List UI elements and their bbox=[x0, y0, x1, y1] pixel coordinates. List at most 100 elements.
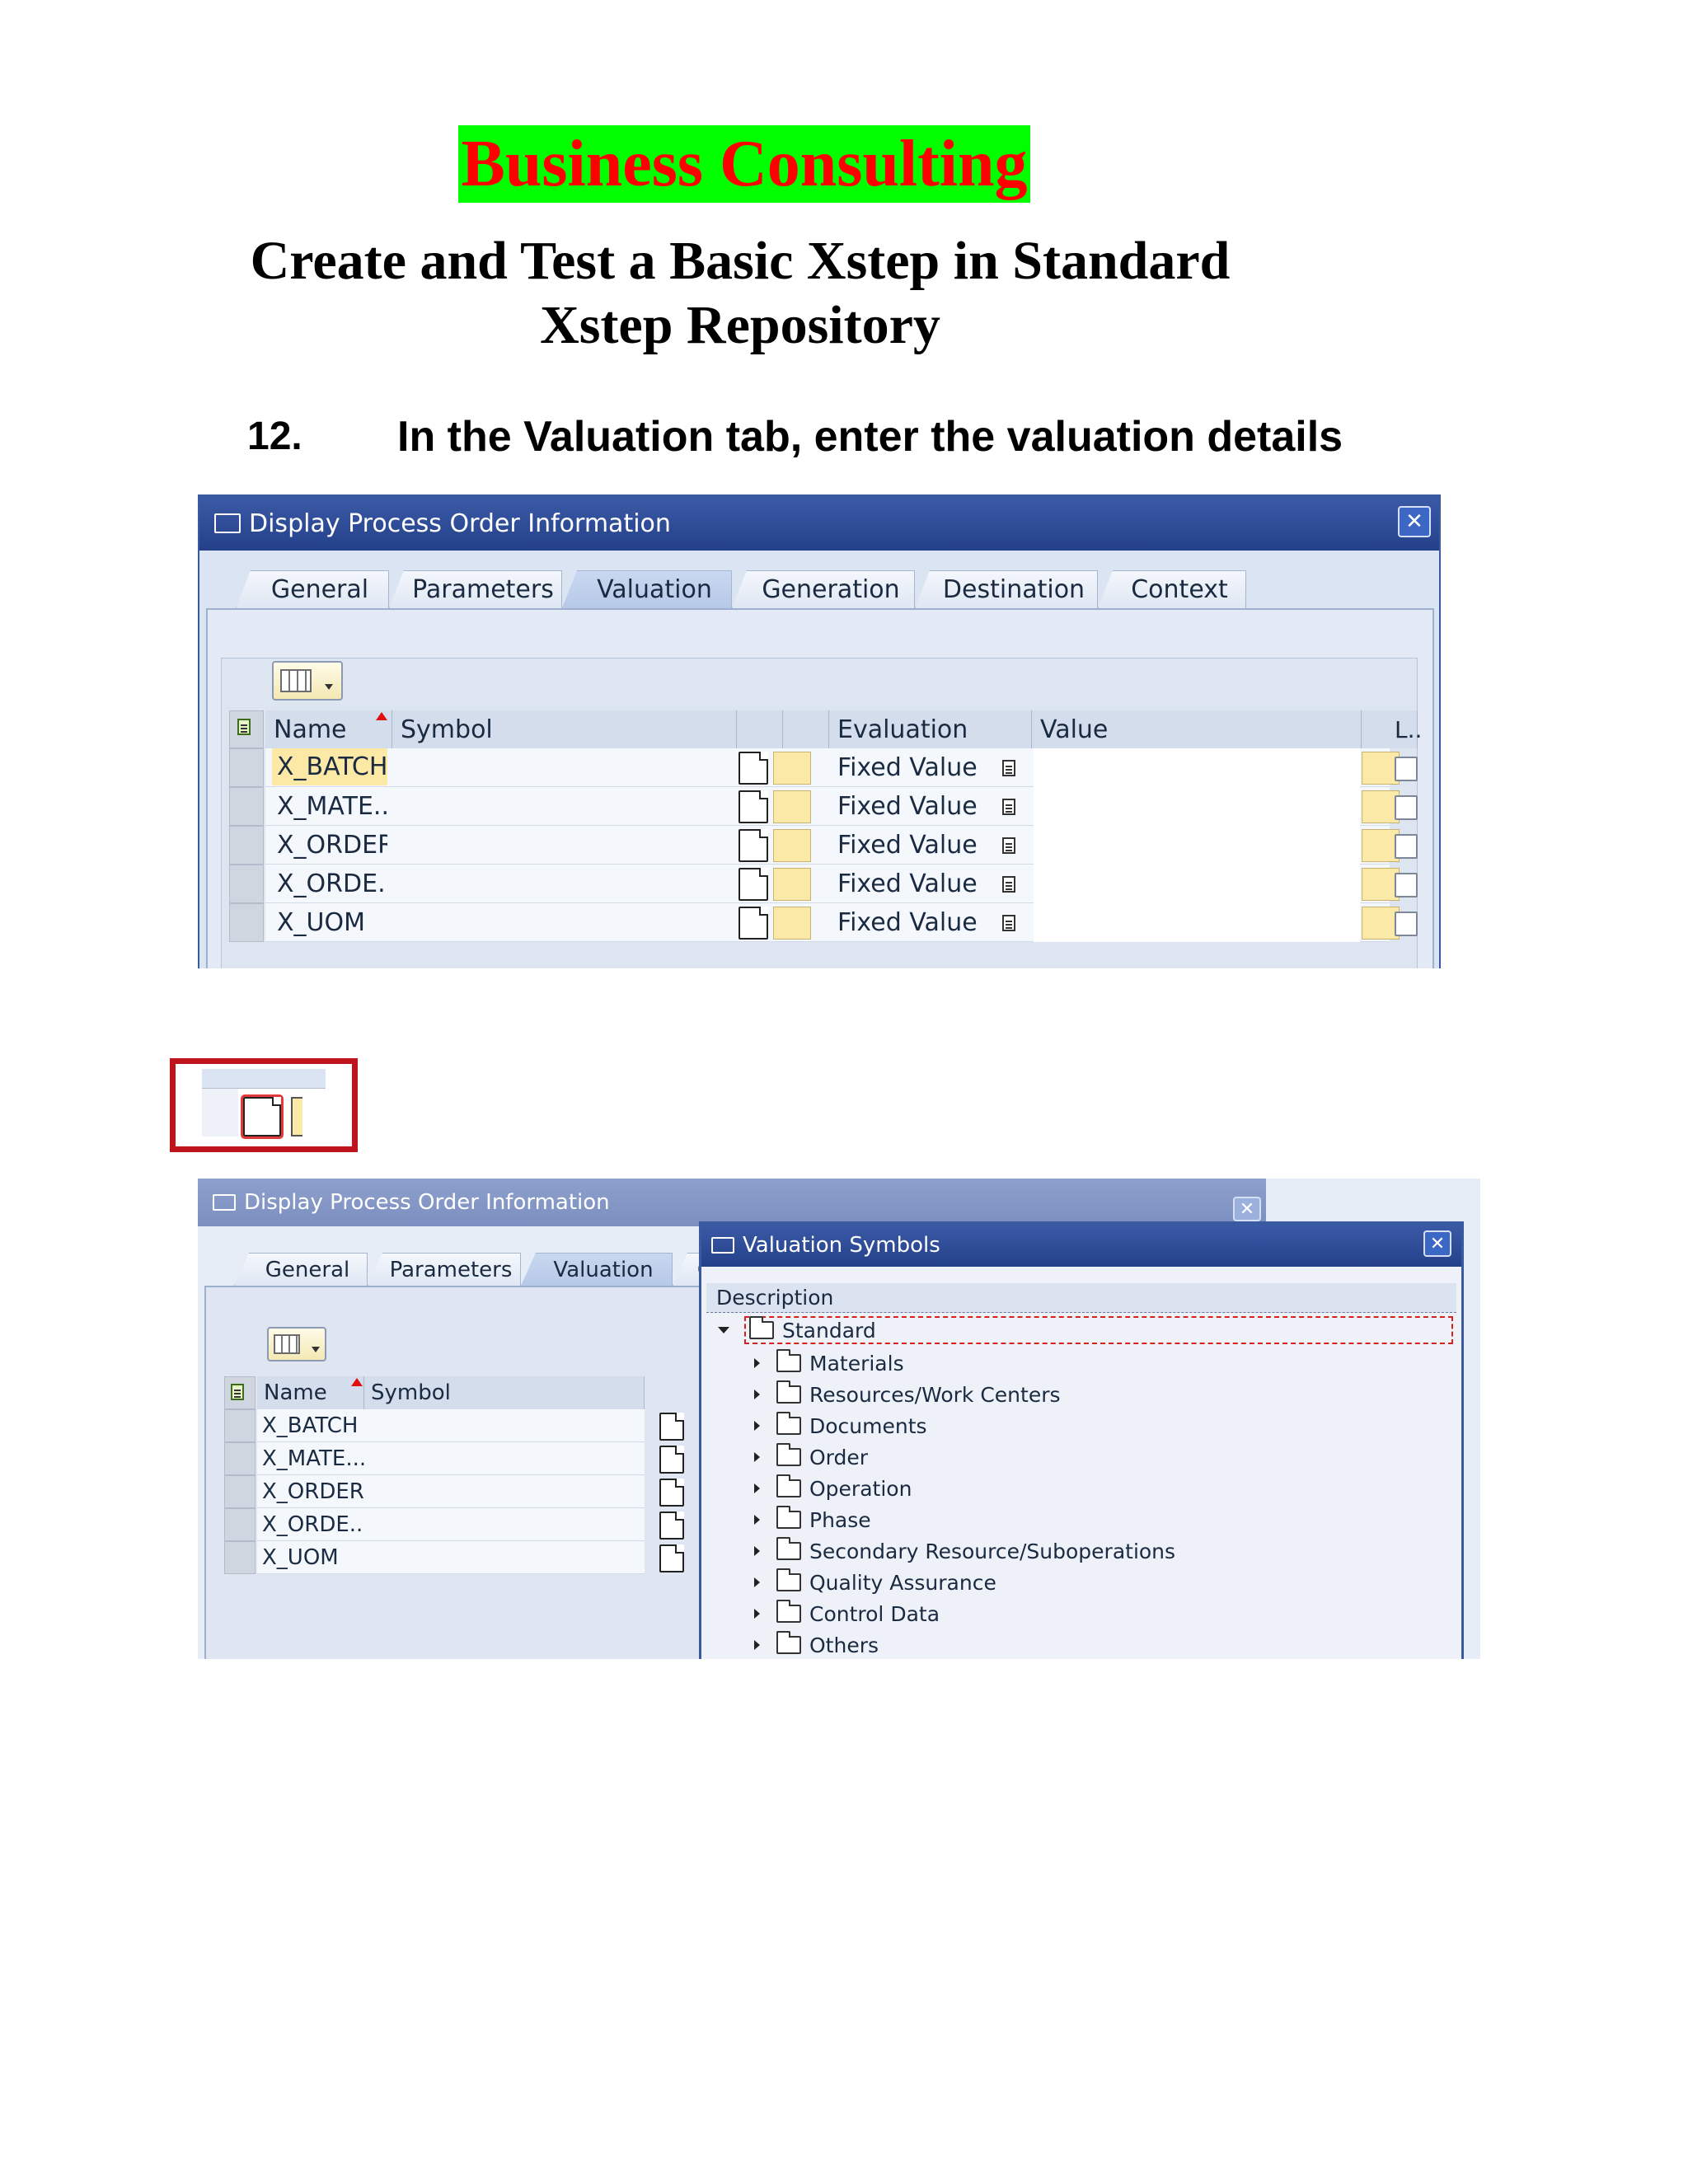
cell-name[interactable]: X_UOM bbox=[272, 903, 387, 942]
expand-icon[interactable] bbox=[754, 1515, 760, 1525]
layout-menu-button[interactable] bbox=[272, 661, 343, 701]
window-title-bar[interactable]: Display Process Order Information bbox=[198, 1179, 1266, 1226]
details-icon[interactable] bbox=[1002, 915, 1015, 931]
tab-generation[interactable]: Generation bbox=[732, 570, 915, 608]
cell-name[interactable]: X_ORDE... bbox=[272, 865, 387, 903]
details-icon[interactable] bbox=[1002, 799, 1015, 815]
tab-destination[interactable]: Destination bbox=[915, 570, 1098, 608]
row-selector[interactable] bbox=[229, 903, 264, 942]
cell-name[interactable]: X_MATE... bbox=[272, 787, 387, 826]
tree-node-secondary-resource[interactable]: Secondary Resource/Suboperations bbox=[754, 1537, 1175, 1565]
cell-name[interactable]: X_BATCH bbox=[272, 748, 387, 785]
row-selector[interactable] bbox=[229, 826, 264, 865]
row-checkbox[interactable] bbox=[1395, 795, 1418, 820]
tab-valuation[interactable]: Valuation bbox=[562, 570, 732, 608]
document-icon[interactable] bbox=[659, 1544, 684, 1572]
expand-icon[interactable] bbox=[754, 1358, 760, 1368]
tab-parameters[interactable]: Parameters bbox=[368, 1253, 521, 1286]
document-icon[interactable] bbox=[738, 868, 768, 901]
tree-node-documents[interactable]: Documents bbox=[754, 1412, 927, 1440]
details-icon[interactable] bbox=[1002, 760, 1015, 776]
document-icon[interactable] bbox=[241, 1094, 284, 1139]
cell-name[interactable]: X_UOM bbox=[262, 1541, 364, 1574]
tree-node-materials[interactable]: Materials bbox=[754, 1349, 904, 1377]
document-icon[interactable] bbox=[659, 1413, 684, 1441]
column-header-evaluation[interactable]: Evaluation bbox=[829, 710, 1032, 748]
expand-icon[interactable] bbox=[754, 1483, 760, 1493]
row-selector[interactable] bbox=[229, 748, 264, 787]
tab-general[interactable]: General bbox=[236, 570, 389, 608]
dialog-title-bar[interactable]: Valuation Symbols bbox=[701, 1224, 1461, 1267]
row-selector[interactable] bbox=[224, 1508, 256, 1541]
tab-general[interactable]: General bbox=[234, 1253, 368, 1286]
expand-icon[interactable] bbox=[754, 1390, 760, 1399]
details-icon[interactable] bbox=[1002, 876, 1015, 893]
tab-context[interactable]: Context bbox=[1098, 570, 1246, 608]
row-checkbox[interactable] bbox=[1395, 873, 1418, 898]
symbol-f4-button[interactable] bbox=[773, 868, 811, 901]
cell-value[interactable] bbox=[1034, 865, 1360, 903]
cell-value[interactable] bbox=[1034, 787, 1360, 826]
symbol-f4-button[interactable] bbox=[773, 752, 811, 785]
expand-icon[interactable] bbox=[754, 1640, 760, 1650]
close-icon[interactable]: ✕ bbox=[1233, 1197, 1261, 1221]
document-icon[interactable] bbox=[659, 1511, 684, 1540]
symbol-f4-button[interactable] bbox=[773, 907, 811, 940]
tree-node-resources[interactable]: Resources/Work Centers bbox=[754, 1380, 1061, 1408]
document-icon[interactable] bbox=[659, 1446, 684, 1474]
cell-value[interactable] bbox=[1034, 826, 1360, 865]
close-icon[interactable]: ✕ bbox=[1398, 506, 1431, 537]
column-header-name[interactable]: Name bbox=[257, 1376, 364, 1409]
cell-evaluation[interactable]: Fixed Value bbox=[831, 865, 996, 903]
row-selector[interactable] bbox=[224, 1541, 256, 1574]
cell-evaluation[interactable]: Fixed Value bbox=[831, 826, 996, 865]
cell-value[interactable] bbox=[1034, 748, 1360, 787]
tree-header-bar[interactable]: Description bbox=[706, 1283, 1456, 1313]
tree-node-control-data[interactable]: Control Data bbox=[754, 1600, 940, 1628]
tree-node-quality-assurance[interactable]: Quality Assurance bbox=[754, 1568, 996, 1596]
expand-icon[interactable] bbox=[754, 1452, 760, 1462]
cell-evaluation[interactable]: Fixed Value bbox=[831, 748, 996, 787]
cell-name[interactable]: X_ORDE... bbox=[262, 1508, 364, 1541]
column-header-blank-2[interactable] bbox=[783, 710, 829, 748]
cell-evaluation[interactable]: Fixed Value bbox=[831, 787, 996, 826]
tab-valuation[interactable]: Valuation bbox=[521, 1253, 673, 1286]
row-selector[interactable] bbox=[229, 865, 264, 903]
cell-symbol[interactable] bbox=[392, 865, 737, 903]
cell-symbol[interactable] bbox=[392, 903, 737, 942]
row-checkbox[interactable] bbox=[1395, 757, 1418, 781]
row-selector[interactable] bbox=[224, 1409, 256, 1442]
document-icon[interactable] bbox=[659, 1479, 684, 1507]
details-icon[interactable] bbox=[1002, 837, 1015, 854]
expand-icon[interactable] bbox=[754, 1577, 760, 1587]
document-icon[interactable] bbox=[738, 829, 768, 862]
document-icon[interactable] bbox=[738, 752, 768, 785]
row-selector[interactable] bbox=[224, 1475, 256, 1508]
symbol-f4-button[interactable] bbox=[773, 829, 811, 862]
window-title-bar[interactable]: Display Process Order Information bbox=[199, 496, 1439, 551]
tree-node-standard[interactable]: Standard bbox=[718, 1316, 1453, 1344]
document-icon[interactable] bbox=[738, 790, 768, 823]
expand-icon[interactable] bbox=[754, 1546, 760, 1556]
row-checkbox[interactable] bbox=[1395, 912, 1418, 936]
column-header-last[interactable]: L.. bbox=[1390, 710, 1422, 748]
cell-name[interactable]: X_MATE... bbox=[262, 1442, 364, 1475]
cell-symbol[interactable] bbox=[392, 787, 737, 826]
column-header-symbol[interactable]: Symbol bbox=[392, 710, 737, 748]
column-header-name[interactable]: Name bbox=[265, 710, 392, 748]
cell-symbol[interactable] bbox=[392, 748, 737, 787]
column-header-value[interactable]: Value bbox=[1032, 710, 1362, 748]
document-icon[interactable] bbox=[738, 907, 768, 940]
tree-node-phase[interactable]: Phase bbox=[754, 1506, 871, 1534]
cell-name[interactable]: X_ORDER bbox=[272, 826, 387, 865]
expand-icon[interactable] bbox=[754, 1609, 760, 1619]
layout-menu-button[interactable] bbox=[267, 1327, 326, 1361]
column-header-symbol[interactable]: Symbol bbox=[364, 1376, 645, 1409]
symbol-f4-button[interactable] bbox=[773, 790, 811, 823]
cell-name[interactable]: X_ORDER bbox=[262, 1475, 364, 1508]
row-checkbox[interactable] bbox=[1395, 834, 1418, 859]
row-selector[interactable] bbox=[224, 1442, 256, 1475]
cell-symbol[interactable] bbox=[392, 826, 737, 865]
expand-icon[interactable] bbox=[754, 1421, 760, 1431]
tree-node-order[interactable]: Order bbox=[754, 1443, 868, 1471]
